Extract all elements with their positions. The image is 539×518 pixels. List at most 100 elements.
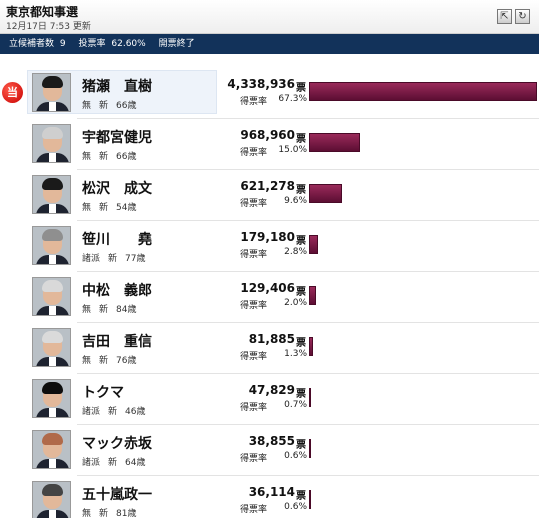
- candidate-meta: 諸派新 64歳: [82, 455, 153, 468]
- candidate-rate: 2.0%: [284, 298, 307, 308]
- candidate-photo: [32, 124, 71, 163]
- candidate-meta: 無新 76歳: [82, 353, 144, 366]
- candidate-name[interactable]: トクマ: [82, 382, 124, 402]
- vote-share-bar: [309, 184, 342, 203]
- candidate-party: 無: [82, 152, 92, 162]
- vote-share-bar: [309, 439, 311, 458]
- candidate-age: 66歳: [116, 101, 137, 111]
- candidate-age: 64歳: [125, 458, 146, 468]
- candidate-row[interactable]: 松沢 成文無新 54歳 621,278 票得票率 9.6%: [0, 172, 539, 222]
- votes-unit: 票: [296, 236, 306, 247]
- candidate-photo: [32, 73, 71, 112]
- votes-unit: 票: [296, 338, 306, 349]
- candidate-row[interactable]: 宇都宮健児無新 66歳 968,960 票得票率 15.0%: [0, 121, 539, 171]
- candidate-age: 84歳: [116, 305, 137, 315]
- updated-timestamp: 12月17日 7:53 更新: [6, 22, 91, 32]
- candidate-status: 新: [99, 509, 109, 518]
- candidate-row[interactable]: 中松 義郎無新 84歳 129,406 票得票率 2.0%: [0, 274, 539, 324]
- candidate-rate: 2.8%: [284, 247, 307, 257]
- candidate-status: 新: [108, 254, 118, 264]
- candidate-photo: [32, 328, 71, 367]
- row-divider: [77, 475, 539, 476]
- candidate-name[interactable]: 中松 義郎: [82, 280, 152, 300]
- candidate-name[interactable]: 宇都宮健児: [82, 127, 152, 147]
- candidate-party: 無: [82, 203, 92, 213]
- candidate-meta: 無新 66歳: [82, 98, 144, 111]
- row-divider: [77, 424, 539, 425]
- candidate-status: 新: [99, 305, 109, 315]
- candidate-votes: 81,885: [248, 332, 295, 346]
- candidate-party: 無: [82, 101, 92, 111]
- vote-share-bar: [309, 388, 311, 407]
- candidate-status: 新: [99, 101, 109, 111]
- candidate-votes: 129,406: [240, 281, 295, 295]
- candidate-age: 66歳: [116, 152, 137, 162]
- candidate-votes: 38,855: [248, 434, 295, 448]
- candidate-votes: 36,114: [248, 485, 295, 499]
- candidate-votes: 47,829: [248, 383, 295, 397]
- row-divider: [77, 373, 539, 374]
- rate-label: 得票率: [240, 148, 268, 158]
- candidate-votes: 968,960: [240, 128, 295, 142]
- candidate-name[interactable]: 松沢 成文: [82, 178, 152, 198]
- refresh-icon[interactable]: ↻: [515, 9, 530, 24]
- votes-unit: 票: [296, 185, 306, 196]
- candidate-row[interactable]: マック赤坂 諸派新 64歳 38,855 票得票率 0.6%: [0, 427, 539, 477]
- candidate-rate: 0.6%: [284, 502, 307, 512]
- popout-icon[interactable]: ⇱: [497, 9, 512, 24]
- rate-label: 得票率: [240, 301, 268, 311]
- candidate-name[interactable]: 吉田 重信: [82, 331, 152, 351]
- candidate-name[interactable]: 五十嵐政一: [82, 484, 152, 504]
- candidate-row[interactable]: 五十嵐政一無新 81歳 36,114 票得票率 0.6%: [0, 478, 539, 518]
- turnout-label: 投票率: [78, 39, 106, 49]
- row-divider: [77, 118, 539, 119]
- candidate-votes: 621,278: [240, 179, 295, 193]
- candidate-age: 76歳: [116, 356, 137, 366]
- candidate-row[interactable]: 笹川 堯諸派新 77歳 179,180 票得票率 2.8%: [0, 223, 539, 273]
- candidate-rate: 9.6%: [284, 196, 307, 206]
- votes-unit: 票: [296, 83, 306, 94]
- candidate-meta: 無新 81歳: [82, 506, 144, 518]
- candidate-photo: [32, 277, 71, 316]
- page-title: 東京都知事選: [6, 5, 79, 19]
- vote-share-bar: [309, 286, 316, 305]
- candidate-rate: 1.3%: [284, 349, 307, 359]
- rate-label: 得票率: [240, 199, 268, 209]
- candidate-rate: 15.0%: [278, 145, 307, 155]
- candidate-meta: 諸派新 46歳: [82, 404, 153, 417]
- candidate-party: 無: [82, 509, 92, 518]
- rate-label: 得票率: [240, 505, 268, 515]
- vote-share-bar: [309, 235, 318, 254]
- candidate-row[interactable]: 吉田 重信無新 76歳 81,885 票得票率 1.3%: [0, 325, 539, 375]
- candidate-party: 無: [82, 356, 92, 366]
- results-header: 東京都知事選 12月17日 7:53 更新 ⇱ ↻: [0, 0, 539, 34]
- candidates-count: 9: [59, 39, 66, 49]
- rate-label: 得票率: [240, 250, 268, 260]
- election-status-bar: 立候補者数 9 投票率 62.60% 開票終了: [0, 34, 539, 54]
- candidate-party: 諸派: [82, 254, 101, 264]
- candidate-photo: [32, 379, 71, 418]
- count-status: 開票終了: [158, 39, 195, 49]
- candidate-status: 新: [99, 152, 109, 162]
- candidate-rate: 0.6%: [284, 451, 307, 461]
- votes-unit: 票: [296, 389, 306, 400]
- candidate-rate: 67.3%: [278, 94, 307, 104]
- votes-unit: 票: [296, 440, 306, 451]
- candidate-name[interactable]: 猪瀬 直樹: [82, 76, 152, 96]
- candidate-row[interactable]: トクマ 諸派新 46歳 47,829 票得票率 0.7%: [0, 376, 539, 426]
- turnout-value: 62.60%: [111, 39, 146, 49]
- votes-unit: 票: [296, 491, 306, 502]
- candidate-photo: [32, 430, 71, 469]
- vote-share-bar: [309, 337, 313, 356]
- row-divider: [77, 169, 539, 170]
- row-divider: [77, 322, 539, 323]
- candidate-name[interactable]: マック赤坂: [82, 433, 152, 453]
- candidate-meta: 無新 84歳: [82, 302, 144, 315]
- row-divider: [77, 271, 539, 272]
- candidate-photo: [32, 226, 71, 265]
- vote-share-bar: [309, 490, 311, 509]
- candidate-name[interactable]: 笹川 堯: [82, 229, 152, 249]
- candidate-meta: 諸派新 77歳: [82, 251, 153, 264]
- candidate-meta: 無新 54歳: [82, 200, 144, 213]
- candidate-row[interactable]: 当 猪瀬 直樹無新 66歳 4,338,936 票得票率 67.3%: [0, 70, 539, 120]
